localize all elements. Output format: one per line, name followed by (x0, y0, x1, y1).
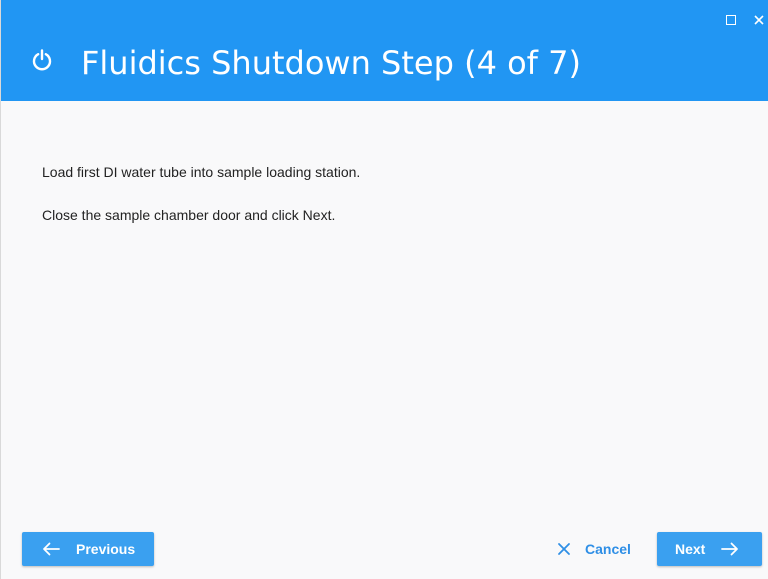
instructions-panel: Load first DI water tube into sample loa… (42, 163, 722, 249)
close-icon (754, 15, 764, 25)
previous-button[interactable]: Previous (22, 532, 154, 566)
instruction-text: Close the sample chamber door and click … (42, 207, 336, 223)
cancel-x-icon (558, 543, 570, 555)
instruction-text: Load first DI water tube into sample loa… (42, 164, 361, 180)
previous-label: Previous (76, 541, 136, 557)
arrow-right-icon (721, 542, 739, 556)
next-label: Next (675, 541, 706, 557)
cancel-label: Cancel (585, 541, 631, 557)
next-button[interactable]: Next (657, 532, 762, 566)
header-bar: Fluidics Shutdown Step (4 of 7) (1, 0, 768, 101)
close-button[interactable] (749, 11, 768, 29)
power-icon (32, 49, 52, 71)
maximize-icon (726, 15, 736, 25)
cancel-button[interactable]: Cancel (557, 532, 631, 566)
window-controls (713, 11, 768, 29)
maximize-button[interactable] (721, 11, 741, 29)
page-title: Fluidics Shutdown Step (4 of 7) (81, 44, 581, 82)
wizard-window: Fluidics Shutdown Step (4 of 7) Load fir… (0, 0, 768, 579)
arrow-left-icon (43, 542, 60, 556)
